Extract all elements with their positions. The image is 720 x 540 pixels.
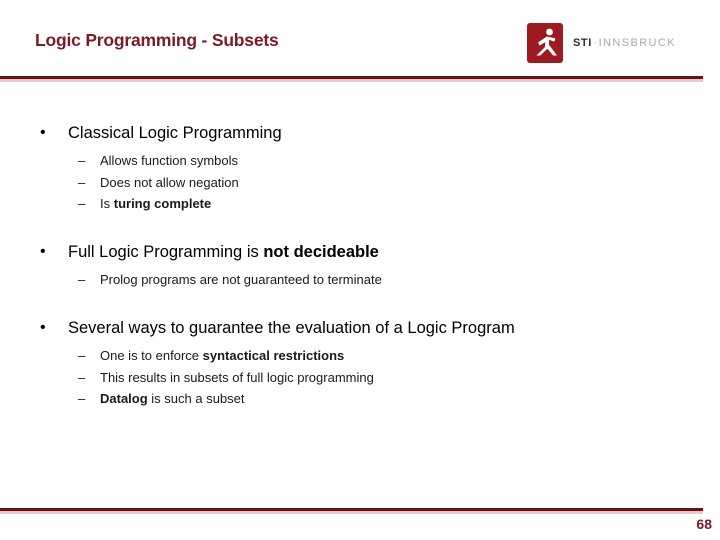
page-title: Logic Programming - Subsets xyxy=(35,30,279,50)
sub-bullet-text-bold: turing complete xyxy=(113,196,212,211)
logo-abbr: STI xyxy=(573,36,592,49)
sub-bullet-text: Datalog is such a subset xyxy=(100,388,720,410)
sub-bullet-allows-function-symbols: – Allows function symbols xyxy=(0,150,720,172)
sub-bullet-text-plain: One is to enforce xyxy=(100,348,203,363)
bullet-text-plain: Classical Logic Programming xyxy=(68,124,282,142)
sub-bullet-text-tail: is such a subset xyxy=(147,391,245,406)
bullet-item-full-logic-programming: • Full Logic Programming is not decideab… xyxy=(0,239,720,265)
sub-bullet-marker: – xyxy=(78,174,86,190)
sti-person-icon xyxy=(527,23,563,63)
sub-bullet-text-bold: Datalog xyxy=(100,391,148,406)
sub-bullet-marker: – xyxy=(78,391,86,406)
sub-bullet-text: One is to enforce syntactical restrictio… xyxy=(100,345,720,367)
slide: Logic Programming - Subsets STI · INNSBRUC… xyxy=(0,0,720,540)
bullet-text: Classical Logic Programming xyxy=(68,120,720,146)
sub-bullet-prolog-programs-terminate: – Prolog programs are not guaranteed to … xyxy=(0,269,720,291)
bullet-text: Full Logic Programming is not decideable xyxy=(68,239,720,265)
page-number: 68 xyxy=(696,516,712,532)
sub-bullet-syntactical-restrictions: – One is to enforce syntactical restrict… xyxy=(0,345,720,367)
bullet-block-3: • Several ways to guarantee the evaluati… xyxy=(0,315,720,410)
sub-bullet-text: Allows function symbols xyxy=(100,150,720,172)
bullet-item-classical-logic-programming: • Classical Logic Programming xyxy=(0,120,720,146)
bullet-marker: • xyxy=(40,319,46,336)
bullet-marker: • xyxy=(40,242,46,260)
logo-place: INNSBRUCK xyxy=(598,36,676,49)
sub-bullet-text: Is turing complete xyxy=(100,193,720,215)
sub-bullet-text-bold: syntactical restrictions xyxy=(202,348,345,363)
logo-wordmark: STI · INNSBRUCK xyxy=(573,36,676,49)
sub-bullet-does-not-allow-negation: – Does not allow negation xyxy=(0,172,720,194)
sub-bullet-text-plain: Allows function symbols xyxy=(100,153,238,168)
logo-separator: · xyxy=(593,36,598,49)
bullet-marker: • xyxy=(40,124,46,141)
sub-bullet-text-plain: This results in subsets of full logic pr… xyxy=(100,369,374,385)
header-divider-light xyxy=(0,79,703,82)
bullet-text-plain: Several ways to guarantee the evaluation… xyxy=(68,319,515,337)
sub-bullet-marker: – xyxy=(78,196,86,211)
bullet-text: Several ways to guarantee the evaluation… xyxy=(68,315,720,341)
sub-bullet-text: This results in subsets of full logic pr… xyxy=(100,367,720,389)
bullet-block-1: • Classical Logic Programming – Allows f… xyxy=(0,120,720,215)
sti-innsbruck-logo: STI · INNSBRUCK xyxy=(527,22,676,64)
sub-bullet-text-plain: Does not allow negation xyxy=(100,174,239,190)
sub-bullet-text-plain: Prolog programs are not guaranteed to te… xyxy=(100,271,382,287)
sub-bullet-marker: – xyxy=(78,153,86,168)
footer-divider-light xyxy=(0,511,703,514)
bullet-block-2: • Full Logic Programming is not decideab… xyxy=(0,239,720,291)
sub-bullet-text: Prolog programs are not guaranteed to te… xyxy=(100,269,720,291)
sub-bullet-results-in-subsets: – This results in subsets of full logic … xyxy=(0,367,720,389)
sub-bullet-marker: – xyxy=(78,348,86,363)
sub-bullet-marker: – xyxy=(78,369,86,385)
sub-bullet-is-turing-complete: – Is turing complete xyxy=(0,193,720,215)
bullet-text-bold: not decideable xyxy=(263,242,379,261)
slide-body: • Classical Logic Programming – Allows f… xyxy=(0,120,720,410)
sub-bullet-text: Does not allow negation xyxy=(100,172,720,194)
sub-bullet-marker: – xyxy=(78,271,86,287)
bullet-text-plain: Full Logic Programming is xyxy=(68,242,264,261)
sub-bullet-text-plain: Is xyxy=(100,196,114,211)
sub-bullet-datalog-is-such-a-subset: – Datalog is such a subset xyxy=(0,388,720,410)
bullet-item-several-ways-to-guarantee: • Several ways to guarantee the evaluati… xyxy=(0,315,720,341)
